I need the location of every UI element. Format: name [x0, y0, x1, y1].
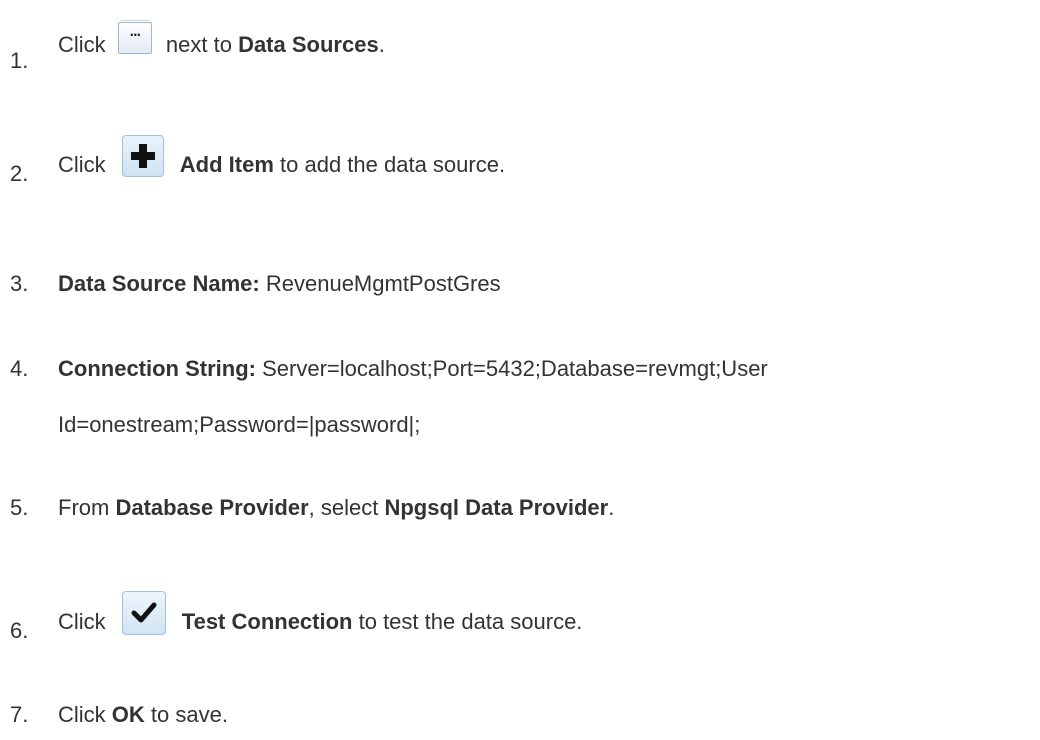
step-text: Connection String: Server=localhost;Port…: [58, 358, 768, 380]
step-text: Data Source Name: RevenueMgmtPostGres: [58, 273, 501, 295]
database-provider-label: Database Provider: [115, 495, 309, 520]
add-item-label: Add Item: [179, 151, 274, 177]
data-sources-label: Data Sources: [238, 31, 379, 57]
step-text: Click OK to save.: [58, 702, 228, 727]
step-text: Click Test Connection to test the data s…: [58, 591, 582, 645]
ok-label: OK: [111, 702, 145, 727]
step-number: 5.: [10, 495, 29, 520]
step-text-continued: Id=onestream;Password=|password|;: [58, 414, 420, 436]
field-label: Connection String:: [58, 356, 256, 381]
field-label: Data Source Name:: [58, 271, 260, 296]
step-text: Click Add Item to add the data source.: [58, 135, 505, 187]
checkmark-icon[interactable]: [121, 591, 166, 635]
plus-icon[interactable]: [121, 135, 164, 177]
step-number: 3.: [10, 271, 29, 296]
step-number: 4.: [10, 356, 29, 381]
test-connection-label: Test Connection: [181, 608, 353, 634]
field-value-continued: Id=onestream;Password=|password|;: [58, 412, 421, 437]
step-number: 6.: [10, 618, 29, 643]
step-number: 2.: [10, 161, 29, 186]
step-number: 1.: [10, 48, 29, 73]
step-text: Click ··· next to Data Sources.: [58, 20, 385, 62]
provider-option-label: Npgsql Data Provider: [384, 495, 609, 520]
step-text: From Database Provider, select Npgsql Da…: [58, 495, 615, 520]
step-number: 7.: [10, 702, 29, 727]
field-value: RevenueMgmtPostGres: [259, 271, 501, 296]
ellipsis-icon[interactable]: ···: [117, 20, 152, 54]
field-value: Server=localhost;Port=5432;Database=revm…: [255, 356, 768, 381]
